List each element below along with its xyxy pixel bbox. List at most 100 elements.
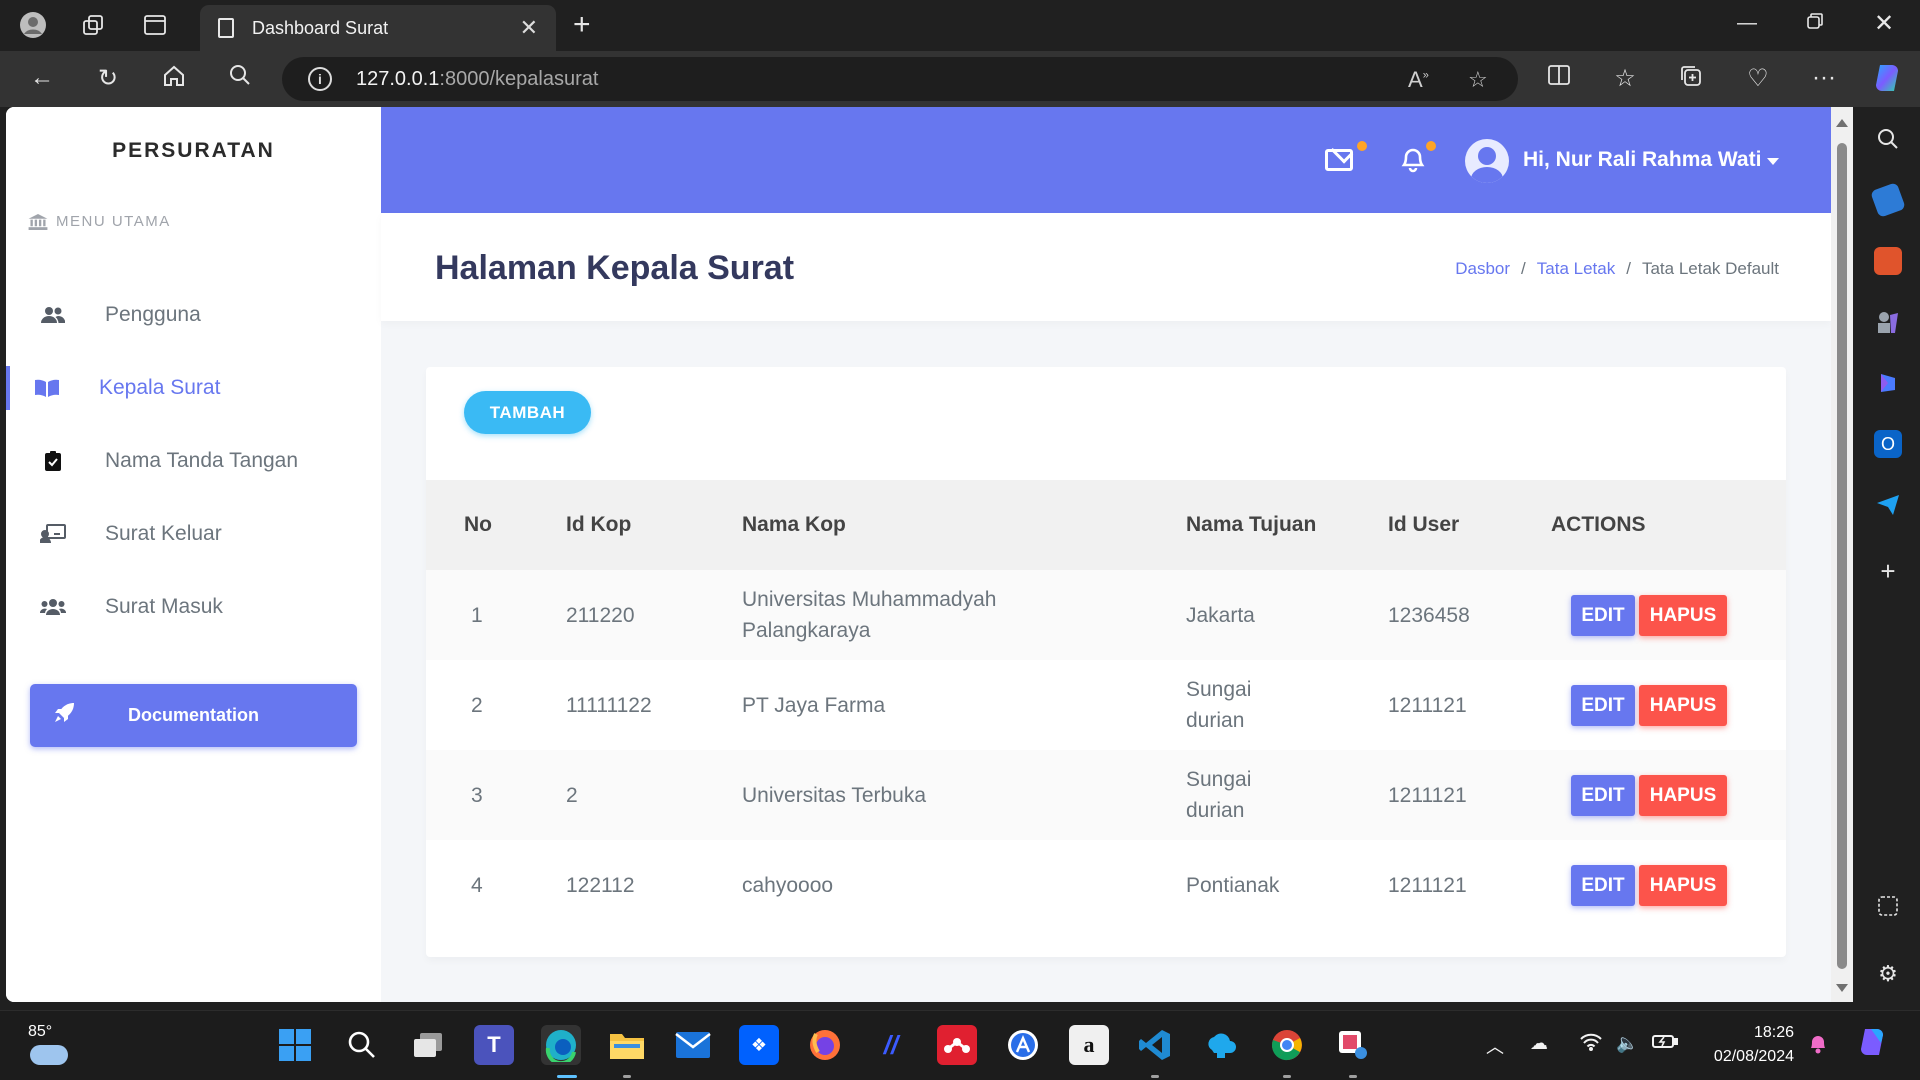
wifi-icon[interactable]	[1580, 1033, 1602, 1056]
add-sidebar-app-icon[interactable]: +	[1874, 556, 1902, 586]
cell-id-user: 1211121	[1388, 873, 1467, 897]
hapus-button[interactable]: HAPUS	[1639, 864, 1727, 906]
file-explorer-icon[interactable]	[607, 1025, 647, 1065]
edit-button[interactable]: EDIT	[1571, 684, 1635, 726]
snipping-tool-icon[interactable]	[1333, 1025, 1373, 1065]
mendeley-icon[interactable]	[937, 1025, 977, 1065]
send-icon[interactable]	[1874, 491, 1902, 519]
shopping-tag-icon[interactable]	[1870, 182, 1906, 218]
edit-button[interactable]: EDIT	[1571, 774, 1635, 816]
edit-button[interactable]: EDIT	[1571, 864, 1635, 906]
mail-app-icon[interactable]	[673, 1025, 713, 1065]
copilot-taskbar-icon[interactable]	[1855, 1025, 1889, 1064]
hapus-button[interactable]: HAPUS	[1639, 774, 1727, 816]
cell-nama-kop: Universitas Terbuka	[742, 783, 927, 807]
outlook-icon[interactable]: O	[1874, 430, 1902, 458]
taskbar-search-icon[interactable]	[342, 1025, 382, 1065]
browser-tab[interactable]: Dashboard Surat ✕	[200, 5, 556, 51]
profile-icon[interactable]	[19, 11, 47, 39]
refresh-icon[interactable]: ↻	[92, 64, 124, 93]
restore-icon[interactable]	[1806, 12, 1824, 36]
back-icon[interactable]: ←	[26, 64, 58, 92]
column-header-id-kop: Id Kop	[566, 513, 632, 536]
tambah-button[interactable]: TAMBAH	[464, 391, 591, 434]
close-window-icon[interactable]: ✕	[1874, 9, 1894, 38]
read-aloud-icon[interactable]: A»	[1408, 67, 1429, 93]
edit-button[interactable]: EDIT	[1571, 594, 1635, 636]
user-greeting[interactable]: Hi, Nur Rali Rahma Wati	[1523, 148, 1761, 172]
weather-temperature[interactable]: 85°	[28, 1023, 52, 1041]
close-tab-icon[interactable]: ✕	[520, 15, 538, 41]
cloud-app-icon[interactable]	[1201, 1025, 1241, 1065]
documentation-button[interactable]: Documentation	[30, 684, 357, 747]
onedrive-cloud-icon[interactable]: ☁	[1530, 1033, 1548, 1054]
sidebar-item-pengguna[interactable]: Pengguna	[6, 287, 381, 343]
slash-app-icon[interactable]: //	[871, 1025, 911, 1065]
breadcrumb-tata-letak[interactable]: Tata Letak	[1537, 259, 1615, 278]
sidebar-search-icon[interactable]	[1874, 125, 1902, 153]
windows-taskbar: 85° T ❖ // a ︿ ☁ 🔈 18:26 02/08/2024	[0, 1010, 1920, 1080]
cell-id-kop: 122112	[566, 873, 635, 897]
battery-icon[interactable]	[1652, 1033, 1678, 1054]
workspaces-icon[interactable]	[79, 11, 107, 39]
page-scrollbar[interactable]	[1831, 107, 1853, 1002]
amazon-icon[interactable]: a	[1069, 1025, 1109, 1065]
avatar[interactable]	[1465, 139, 1509, 183]
edge-taskbar-icon[interactable]	[541, 1025, 581, 1065]
cell-actions: EDIT HAPUS	[1551, 750, 1786, 840]
bank-icon	[28, 213, 48, 230]
more-options-icon[interactable]: ···	[1808, 64, 1840, 92]
screenshot-icon[interactable]	[1874, 892, 1902, 920]
favorite-star-icon[interactable]: ☆	[1468, 67, 1488, 93]
search-icon[interactable]	[224, 64, 256, 93]
sidebar-item-surat-keluar[interactable]: Surat Keluar	[6, 506, 381, 562]
hapus-button[interactable]: HAPUS	[1639, 594, 1727, 636]
browser-essentials-icon[interactable]: ♡	[1742, 64, 1774, 93]
app-store-icon[interactable]	[1003, 1025, 1043, 1065]
copilot-icon[interactable]	[1870, 61, 1902, 102]
minimize-icon[interactable]: —	[1737, 12, 1757, 35]
sidebar-item-nama-tanda-tangan[interactable]: Nama Tanda Tangan	[6, 433, 381, 489]
new-tab-icon[interactable]: +	[573, 8, 591, 42]
url-text[interactable]: 127.0.0.1:8000/kepalasurat	[356, 68, 598, 91]
dropbox-icon[interactable]: ❖	[739, 1025, 779, 1065]
site-info-icon[interactable]: i	[308, 67, 332, 91]
sidebar-item-kepala-surat[interactable]: Kepala Surat	[6, 360, 381, 416]
firefox-icon[interactable]	[805, 1025, 845, 1065]
windows-start-icon[interactable]	[275, 1025, 315, 1065]
data-card: TAMBAH No Id Kop Nama Kop Nama Tujuan Id…	[426, 367, 1786, 957]
tools-briefcase-icon[interactable]	[1874, 247, 1902, 275]
task-view-icon[interactable]	[408, 1025, 448, 1065]
split-screen-icon[interactable]	[1543, 64, 1575, 93]
breadcrumb-dasbor[interactable]: Dasbor	[1455, 259, 1510, 278]
hapus-button[interactable]: HAPUS	[1639, 684, 1727, 726]
weather-cloud-icon[interactable]	[30, 1045, 68, 1065]
scroll-down-arrow-icon[interactable]	[1836, 984, 1848, 992]
section-header: Halaman Kepala Surat Dasbor / Tata Letak / T…	[381, 213, 1831, 321]
teams-icon[interactable]: T	[474, 1025, 514, 1065]
home-icon[interactable]	[158, 64, 190, 95]
scroll-up-arrow-icon[interactable]	[1836, 119, 1848, 127]
sidebar-settings-gear-icon[interactable]: ⚙	[1874, 960, 1902, 988]
bell-icon[interactable]	[1400, 145, 1426, 180]
taskbar-clock[interactable]: 18:26 02/08/2024	[1694, 1021, 1794, 1069]
address-bar[interactable]: i 127.0.0.1:8000/kepalasurat A» ☆	[282, 57, 1518, 101]
scrollbar-thumb[interactable]	[1837, 143, 1847, 969]
tab-actions-icon[interactable]	[141, 11, 169, 39]
chevron-down-icon[interactable]	[1767, 158, 1779, 165]
games-icon[interactable]	[1874, 308, 1902, 336]
show-hidden-icons-chevron-icon[interactable]: ︿	[1486, 1033, 1504, 1059]
vscode-icon[interactable]	[1135, 1025, 1175, 1065]
chrome-icon[interactable]	[1267, 1025, 1307, 1065]
brand-title[interactable]: PERSURATAN	[6, 139, 381, 163]
collections-icon[interactable]	[1675, 64, 1707, 95]
mail-icon[interactable]	[1325, 149, 1353, 171]
sidebar-item-surat-masuk[interactable]: Surat Masuk	[6, 579, 381, 635]
sidebar-item-label: Kepala Surat	[99, 376, 221, 399]
copilot-sidebar-icon[interactable]	[1874, 369, 1902, 397]
notification-bell-icon[interactable]	[1808, 1033, 1828, 1060]
bell-notification-dot	[1426, 141, 1436, 151]
favorites-icon[interactable]: ☆	[1609, 64, 1641, 93]
volume-icon[interactable]: 🔈	[1616, 1033, 1638, 1054]
kop-surat-table: No Id Kop Nama Kop Nama Tujuan Id User A…	[426, 480, 1786, 930]
